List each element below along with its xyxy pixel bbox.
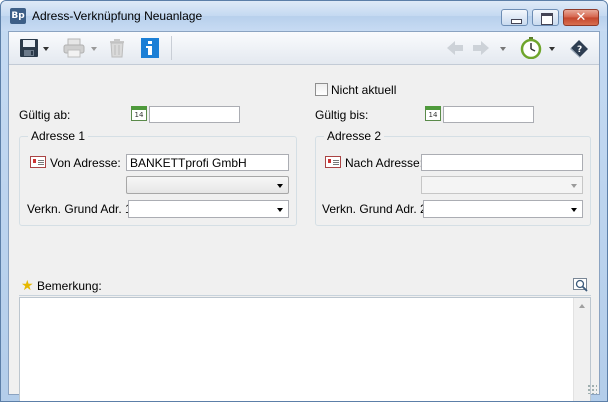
timer-icon <box>520 37 542 59</box>
valid-to-label: Gültig bis: <box>315 108 369 122</box>
close-button[interactable]: ✕ <box>563 9 599 26</box>
to-address-label: Nach Adresse: <box>345 156 424 170</box>
address-2-title: Adresse 2 <box>324 129 385 143</box>
remark-textarea[interactable] <box>19 297 591 401</box>
not-current-label: Nicht aktuell <box>331 83 397 97</box>
delete-button[interactable] <box>108 37 128 59</box>
reason-2-label: Verkn. Grund Adr. 2: <box>322 202 431 216</box>
svg-text:?: ? <box>577 45 582 55</box>
reason-2-combo[interactable] <box>423 200 583 218</box>
forward-dropdown-arrow[interactable] <box>500 47 506 51</box>
chevron-down-icon <box>277 208 283 212</box>
zoom-icon[interactable] <box>573 278 589 294</box>
valid-to-calendar-icon[interactable]: 14 <box>425 106 441 121</box>
save-button[interactable] <box>19 37 51 59</box>
scroll-up-icon[interactable] <box>579 304 585 308</box>
dialog-client: ? Nicht aktuell Gültig ab: 14 Gültig bis… <box>8 31 600 401</box>
timer-button[interactable] <box>520 37 556 59</box>
reason-1-combo[interactable] <box>128 200 289 218</box>
from-address-input[interactable]: BANKETTprofi GmbH <box>126 154 289 171</box>
save-icon <box>20 39 38 57</box>
from-address-combo[interactable] <box>126 176 289 194</box>
delete-icon <box>110 39 124 58</box>
close-icon: ✕ <box>575 10 587 25</box>
resize-grip-icon[interactable] <box>587 384 597 394</box>
chevron-down-icon <box>571 184 577 188</box>
forward-button[interactable] <box>471 37 507 59</box>
chevron-down-icon <box>571 208 577 212</box>
help-button[interactable]: ? <box>568 37 590 59</box>
star-icon: ★ <box>21 278 34 294</box>
valid-from-calendar-icon[interactable]: 14 <box>131 106 147 121</box>
info-icon <box>141 38 159 58</box>
print-button[interactable] <box>63 37 99 59</box>
save-dropdown-arrow[interactable] <box>43 47 49 51</box>
to-address-input[interactable] <box>421 154 583 171</box>
app-window: Bp Adress-Verknüpfung Neuanlage ✕ ? Nich… <box>0 0 608 402</box>
help-book-icon: ? <box>570 40 588 58</box>
form-area: Nicht aktuell Gültig ab: 14 Gültig bis: … <box>9 66 599 401</box>
not-current-checkbox[interactable] <box>315 83 328 96</box>
timer-dropdown-arrow[interactable] <box>549 47 555 51</box>
title-bar[interactable]: Bp Adress-Verknüpfung Neuanlage ✕ <box>1 1 607 31</box>
address-card-icon[interactable] <box>325 156 341 168</box>
print-dropdown-arrow[interactable] <box>91 47 97 51</box>
app-icon: Bp <box>10 8 26 24</box>
remark-header: ★ Bemerkung: <box>19 278 591 296</box>
reason-1-label: Verkn. Grund Adr. 1: <box>27 202 136 216</box>
back-arrow-icon <box>447 41 463 55</box>
valid-from-label: Gültig ab: <box>19 108 71 122</box>
remark-label: Bemerkung: <box>37 279 102 293</box>
forward-arrow-icon <box>473 41 489 55</box>
info-button[interactable] <box>140 37 162 59</box>
valid-to-input[interactable] <box>443 106 534 123</box>
from-address-label: Von Adresse: <box>50 156 121 170</box>
minimize-button[interactable] <box>501 9 528 26</box>
maximize-button[interactable] <box>532 9 559 26</box>
chevron-down-icon <box>277 184 283 188</box>
print-icon <box>63 38 85 58</box>
window-title: Adress-Verknüpfung Neuanlage <box>32 9 203 23</box>
valid-from-input[interactable] <box>149 106 240 123</box>
address-1-title: Adresse 1 <box>28 129 89 143</box>
toolbar-separator <box>171 36 172 60</box>
toolbar: ? <box>9 32 599 65</box>
address-card-icon[interactable] <box>30 156 46 168</box>
back-button[interactable] <box>445 37 467 59</box>
to-address-combo[interactable] <box>421 176 583 194</box>
